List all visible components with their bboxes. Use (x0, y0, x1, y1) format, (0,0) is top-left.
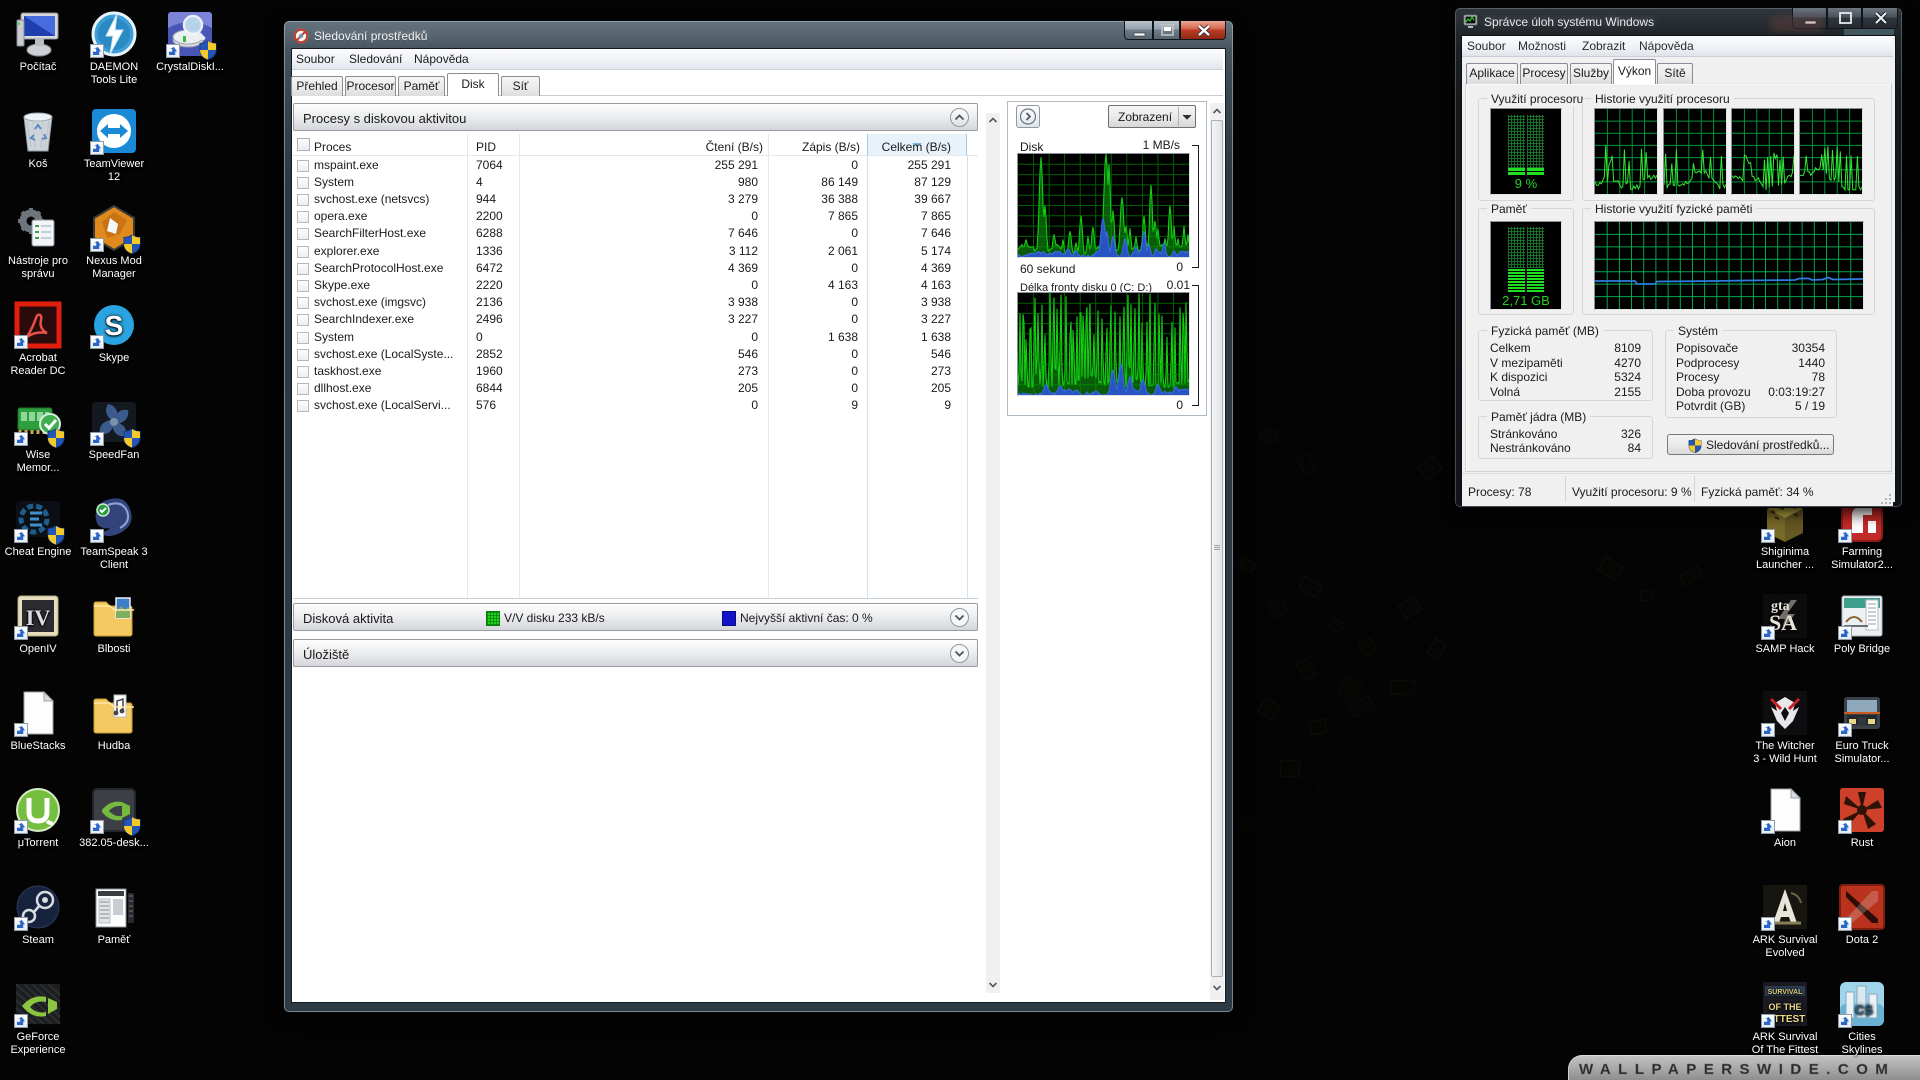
svg-text:SURVIVAL: SURVIVAL (1768, 989, 1803, 996)
svg-text:OF THE: OF THE (1769, 1002, 1802, 1012)
svg-text:CS: CS (1855, 1002, 1873, 1017)
svg-text:S: S (105, 310, 124, 341)
svg-text:IV: IV (26, 605, 51, 630)
